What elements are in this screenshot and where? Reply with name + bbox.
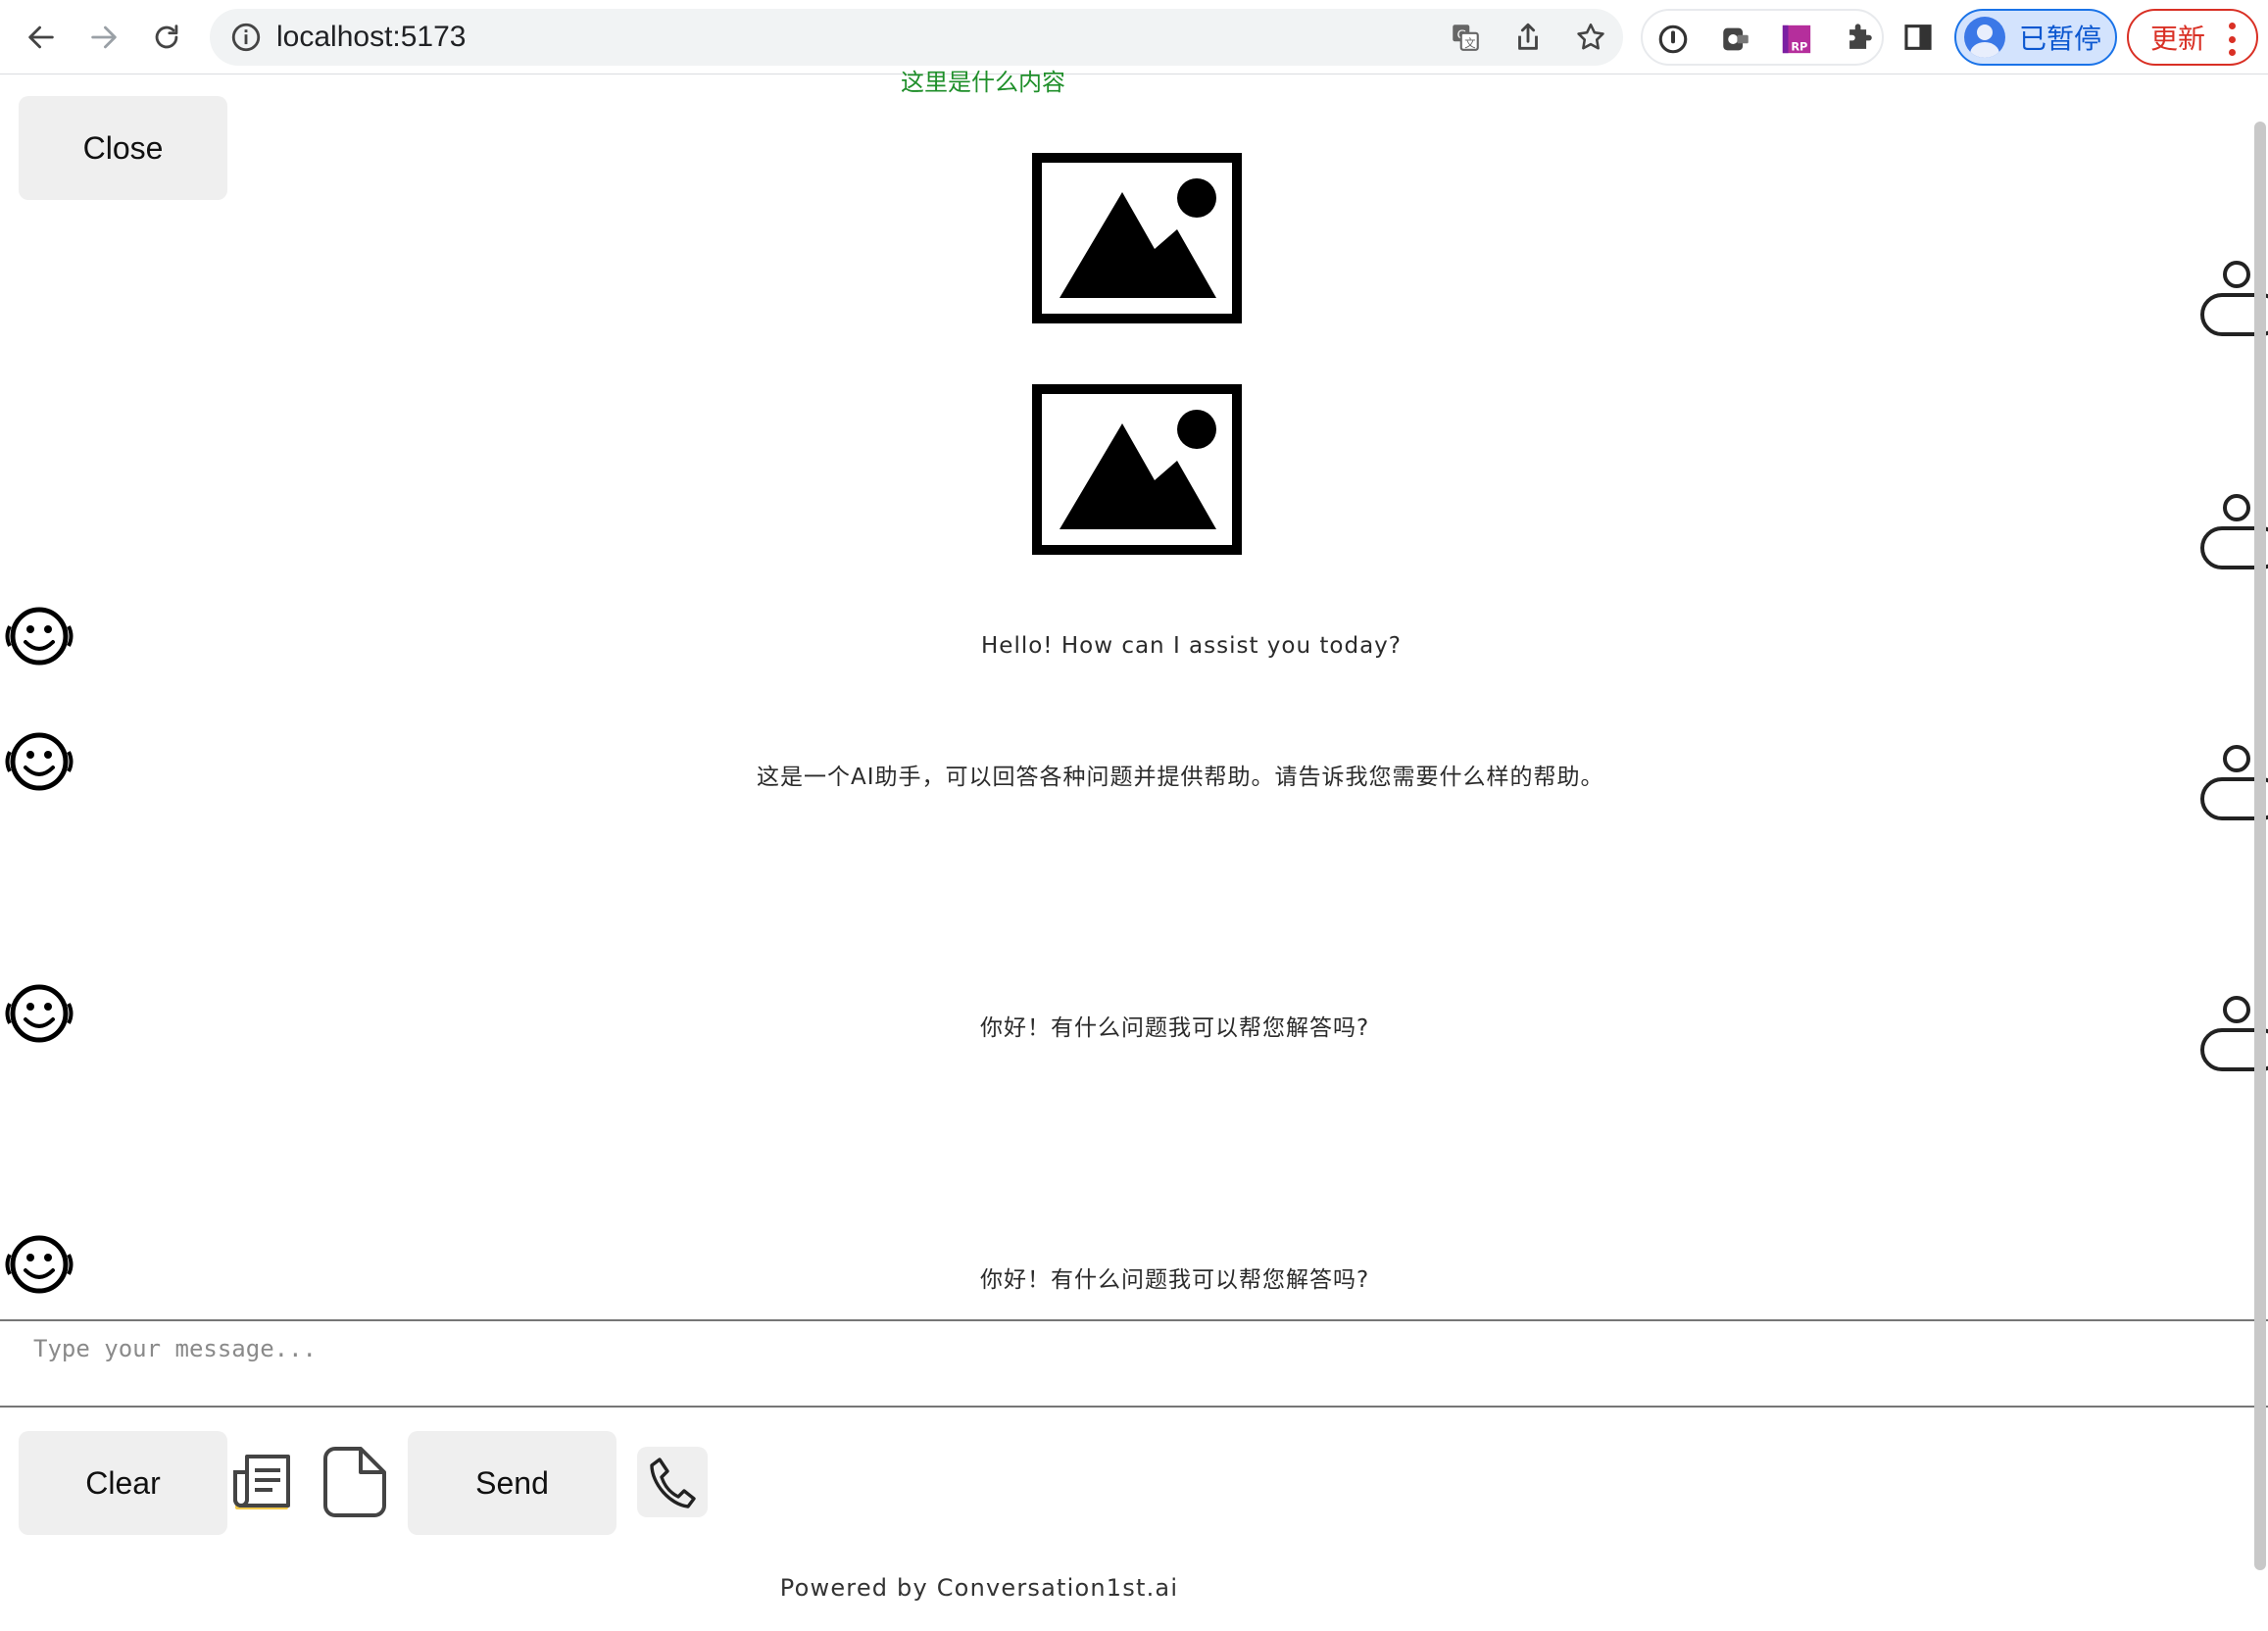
address-bar[interactable]: localhost:5173 G文: [210, 9, 1623, 66]
document-list-icon: [233, 1455, 290, 1509]
chat-page: 这里是什么内容 Close Hello! How can I assist yo…: [0, 69, 2268, 1631]
bot-avatar-icon: [5, 984, 74, 1043]
image-placeholder-icon: [1032, 153, 1242, 323]
info-icon[interactable]: [229, 21, 263, 54]
call-button[interactable]: [637, 1447, 708, 1517]
star-icon[interactable]: [1574, 21, 1607, 54]
side-panel-icon[interactable]: [1901, 21, 1935, 54]
avatar: [1964, 17, 2005, 58]
arrow-left-icon: [28, 25, 54, 49]
chat-message: Hello! How can I assist you today?: [981, 633, 1402, 659]
password-manager-icon[interactable]: [1656, 23, 1690, 56]
url-text[interactable]: localhost:5173: [276, 21, 466, 54]
extension-icon[interactable]: [1719, 23, 1752, 56]
clear-button[interactable]: Clear: [19, 1431, 227, 1535]
chat-message: 你好！有什么问题我可以帮您解答吗?: [980, 1015, 1370, 1041]
file-icon: [323, 1447, 386, 1517]
rp-extension-icon[interactable]: RP: [1780, 23, 1813, 56]
translate-icon[interactable]: G文: [1449, 21, 1482, 54]
update-button[interactable]: 更新: [2127, 9, 2258, 66]
svg-text:RP: RP: [1791, 39, 1807, 53]
chat-message: 这是一个AI助手，可以回答各种问题并提供帮助。请告诉我您需要什么样的帮助。: [757, 765, 1604, 790]
more-menu-icon[interactable]: [2229, 23, 2237, 56]
bot-avatar-icon: [5, 1235, 74, 1294]
bot-avatar-icon: [5, 607, 74, 666]
image-placeholder-icon: [1032, 384, 1242, 555]
send-button[interactable]: Send: [408, 1431, 616, 1535]
profile-status-label: 已暂停: [2019, 24, 2102, 54]
share-icon[interactable]: [1511, 21, 1545, 54]
forward-button[interactable]: [80, 14, 127, 61]
profile-button[interactable]: 已暂停: [1954, 9, 2117, 66]
phone-icon: [650, 1458, 696, 1508]
svg-text:文: 文: [1464, 36, 1475, 50]
message-input-container: [0, 1319, 2268, 1408]
message-input[interactable]: [0, 1321, 2268, 1406]
extensions-group: RP: [1641, 9, 1884, 66]
powered-by-footer: Powered by Conversation1st.ai: [779, 1574, 1179, 1602]
file-list-button[interactable]: [229, 1449, 296, 1519]
attach-file-button[interactable]: [320, 1443, 390, 1521]
scrollbar[interactable]: [2254, 122, 2266, 1570]
puzzle-icon[interactable]: [1843, 23, 1876, 56]
reload-button[interactable]: [143, 14, 190, 61]
reload-icon: [155, 25, 178, 49]
update-label: 更新: [2150, 24, 2206, 54]
chat-message: 你好！有什么问题我可以帮您解答吗?: [980, 1267, 1370, 1293]
back-button[interactable]: [18, 14, 65, 61]
arrow-right-icon: [91, 25, 117, 49]
bot-avatar-icon: [5, 732, 74, 791]
close-button[interactable]: Close: [19, 96, 227, 200]
top-caption: 这里是什么内容: [901, 69, 1065, 96]
